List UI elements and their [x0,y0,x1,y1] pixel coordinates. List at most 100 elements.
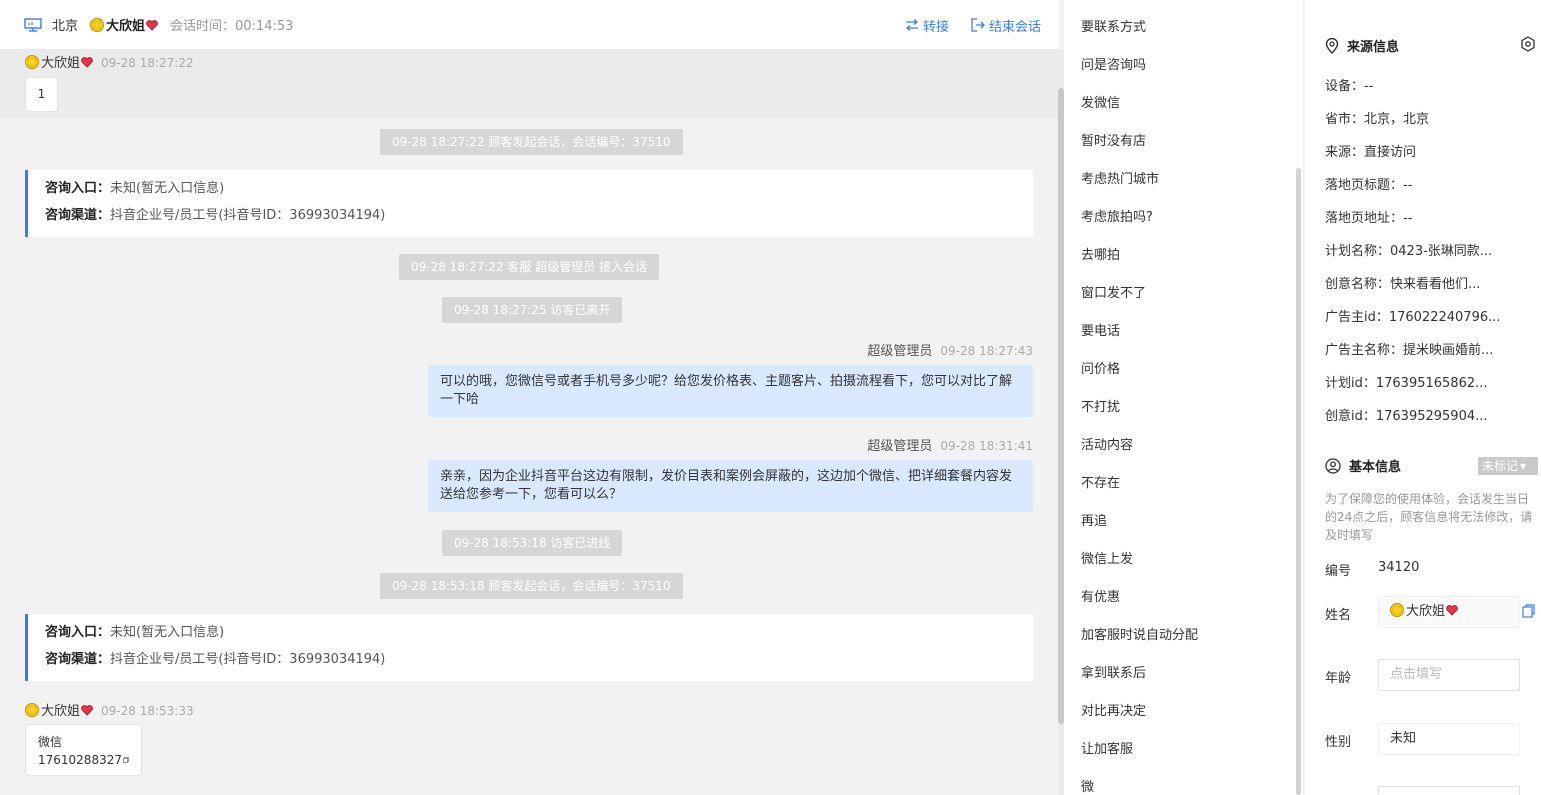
message-sender: 大欣姐 [41,56,81,71]
transfer-button[interactable]: 转接 [905,16,949,35]
quick-phrase-item[interactable]: 加客服时说自动分配 [1081,624,1198,643]
agent-message-meta: 超级管理员 09-28 18:27:43 [640,340,1033,359]
quick-phrase-item[interactable]: 拿到联系后 [1081,662,1146,681]
channel-value: 抖音企业号/员工号(抖音号ID：36993034194) [110,208,386,223]
quick-phrase-item[interactable]: 微信上发 [1081,548,1133,567]
quick-phrase-item[interactable]: 暂时没有店 [1081,130,1146,149]
entry-key: 咨询入口： [45,181,111,196]
caret-down-icon: ▼ [1520,462,1527,471]
wechat-number: 17610288327 [38,753,122,767]
quick-phrase-item[interactable]: 问是咨询吗 [1081,54,1146,73]
quick-phrase-item[interactable]: 要联系方式 [1081,16,1146,35]
quick-phrase-item[interactable]: 问价格 [1081,358,1120,377]
next-field-input[interactable] [1378,786,1520,795]
quick-phrase-item[interactable]: 发微信 [1081,92,1120,111]
basic-info-title: 基本信息 [1325,456,1401,475]
message-time: 09-28 18:27:22 [101,56,194,70]
session-time: 会话时间：00:14:53 [170,19,294,34]
system-message: 09-28 18:53:18 访客已进线 [442,530,623,556]
settings-hex-icon[interactable] [1520,36,1536,52]
agent-name: 超级管理员 [867,344,933,359]
quick-phrase-item[interactable]: 有优惠 [1081,586,1120,605]
quick-phrase-item[interactable]: 不存在 [1081,472,1120,491]
creative-name-field: 创意名称：快来看看他们... [1325,277,1481,292]
advertiser-name-field: 广告主名称：提米映画婚前... [1325,343,1494,358]
copy-name-icon[interactable] [1522,604,1535,618]
location-pin-icon [1325,37,1339,54]
heart-emoji-icon [1446,605,1458,616]
plan-name-field: 计划名称：0423-张琳同款... [1325,244,1493,259]
gender-select[interactable]: 未知 [1378,723,1520,755]
quick-phrase-item[interactable]: 对比再决定 [1081,700,1146,719]
channel-key: 咨询渠道： [45,652,111,667]
mark-tag-dropdown[interactable]: 未标记 ▼ [1478,457,1538,475]
landing-url-field: 落地页地址：-- [1325,211,1413,226]
copy-icon[interactable] [123,754,129,766]
heart-emoji-icon [81,705,93,716]
user-circle-icon [1325,457,1341,474]
quick-phrase-item[interactable]: 微 [1081,776,1094,795]
quick-phrase-item[interactable]: 活动内容 [1081,434,1133,453]
system-message: 09-28 18:53:18 顾客发起会话，会话编号：37510 [380,573,683,599]
age-label: 年龄 [1325,671,1352,686]
visitor-message-bubble: 1 [25,77,58,112]
name-field[interactable]: 大欣姐 [1378,596,1520,628]
system-message: 09-28 18:27:22 客服 超级管理员 接入会话 [399,254,660,280]
age-input[interactable]: 点击填写 [1378,659,1520,691]
agent-name: 超级管理员 [867,439,933,454]
message-time: 09-28 18:53:33 [101,704,194,718]
advertiser-id-field: 广告主id：176022240796... [1325,310,1501,325]
agent-message-meta: 超级管理员 09-28 18:31:41 [640,435,1033,454]
quick-phrase-item[interactable]: 考虑热门城市 [1081,168,1159,187]
quick-phrase-item[interactable]: 再追 [1081,510,1107,529]
message-time: 09-28 18:27:43 [940,344,1033,358]
plan-id-field: 计划id：176395165862... [1325,376,1488,391]
quick-phrase-item[interactable]: 去哪拍 [1081,244,1120,263]
quick-phrase-item[interactable]: 窗口发不了 [1081,282,1146,301]
end-session-label: 结束会话 [988,19,1041,35]
entry-value: 未知(暂无入口信息) [110,181,225,196]
logout-icon [971,18,985,32]
transfer-label: 转接 [922,19,949,35]
creative-id-field: 创意id：176395295904... [1325,409,1488,424]
landing-title-field: 落地页标题：-- [1325,178,1413,193]
sun-emoji-icon [90,17,105,32]
source-info-title: 来源信息 [1325,36,1399,55]
phrase-scrollbar-thumb[interactable] [1296,168,1301,795]
source-info-label: 来源信息 [1347,40,1400,55]
consult-info-card: 咨询入口：未知(暂无入口信息) 咨询渠道：抖音企业号/员工号(抖音号ID：369… [25,614,1033,681]
channel-value: 抖音企业号/员工号(抖音号ID：36993034194) [110,652,386,667]
id-label: 编号 [1325,564,1352,579]
name-label: 姓名 [1325,608,1352,623]
id-value: 34120 [1378,560,1420,575]
end-session-button[interactable]: 结束会话 [971,16,1041,35]
entry-key: 咨询入口： [45,625,111,640]
chat-history[interactable]: 大欣姐 09-28 18:27:22 1 09-28 18:27:22 顾客发起会… [0,50,1059,795]
edit-notice: 为了保障您的使用体验，会话发生当日的24点之后，顾客信息将无法修改，请及时填写 [1325,492,1533,542]
system-message: 09-28 18:27:25 访客已离开 [442,297,623,323]
visitor-city: 北京 [52,19,79,34]
chat-header: 北京 大欣姐 会话时间：00:14:53 转接 结束会话 [0,0,1059,50]
device-field: 设备：-- [1325,79,1374,94]
heart-emoji-icon [81,57,93,68]
quick-phrase-item[interactable]: 考虑旅拍吗? [1081,206,1153,225]
header-actions: 转接 结束会话 [883,0,1041,50]
agent-message-bubble: 亲亲，因为企业抖音平台这边有限制，发价目表和案例会屏蔽的，这边加个微信、把详细套… [428,460,1033,512]
quick-phrase-item[interactable]: 不打扰 [1081,396,1120,415]
wechat-card-bubble: 微信 17610288327 [25,724,142,776]
basic-info-label: 基本信息 [1349,460,1402,475]
system-message: 09-28 18:27:22 顾客发起会话，会话编号：37510 [380,129,683,155]
visitor-message-meta: 大欣姐 09-28 18:53:33 [25,700,194,719]
quick-phrase-item[interactable]: 要电话 [1081,320,1120,339]
quick-phrase-list[interactable]: 要联系方式 问是咨询吗 发微信 暂时没有店 考虑热门城市 考虑旅拍吗? 去哪拍 … [1064,0,1304,795]
entry-value: 未知(暂无入口信息) [110,625,225,640]
wechat-number-row: 17610288327 [38,751,129,769]
message-sender: 大欣姐 [41,704,81,719]
mark-tag-label: 未标记 [1482,459,1519,473]
sun-emoji-icon [1390,603,1404,617]
consult-info-card: 咨询入口：未知(暂无入口信息) 咨询渠道：抖音企业号/员工号(抖音号ID：369… [25,170,1033,237]
visitor-info-panel: 来源信息 设备：-- 省市：北京，北京 来源：直接访问 落地页标题：-- 落地页… [1305,0,1541,795]
quick-phrase-item[interactable]: 让加客服 [1081,738,1133,757]
monitor-icon [24,17,42,32]
visitor-name: 大欣姐 [106,15,158,34]
